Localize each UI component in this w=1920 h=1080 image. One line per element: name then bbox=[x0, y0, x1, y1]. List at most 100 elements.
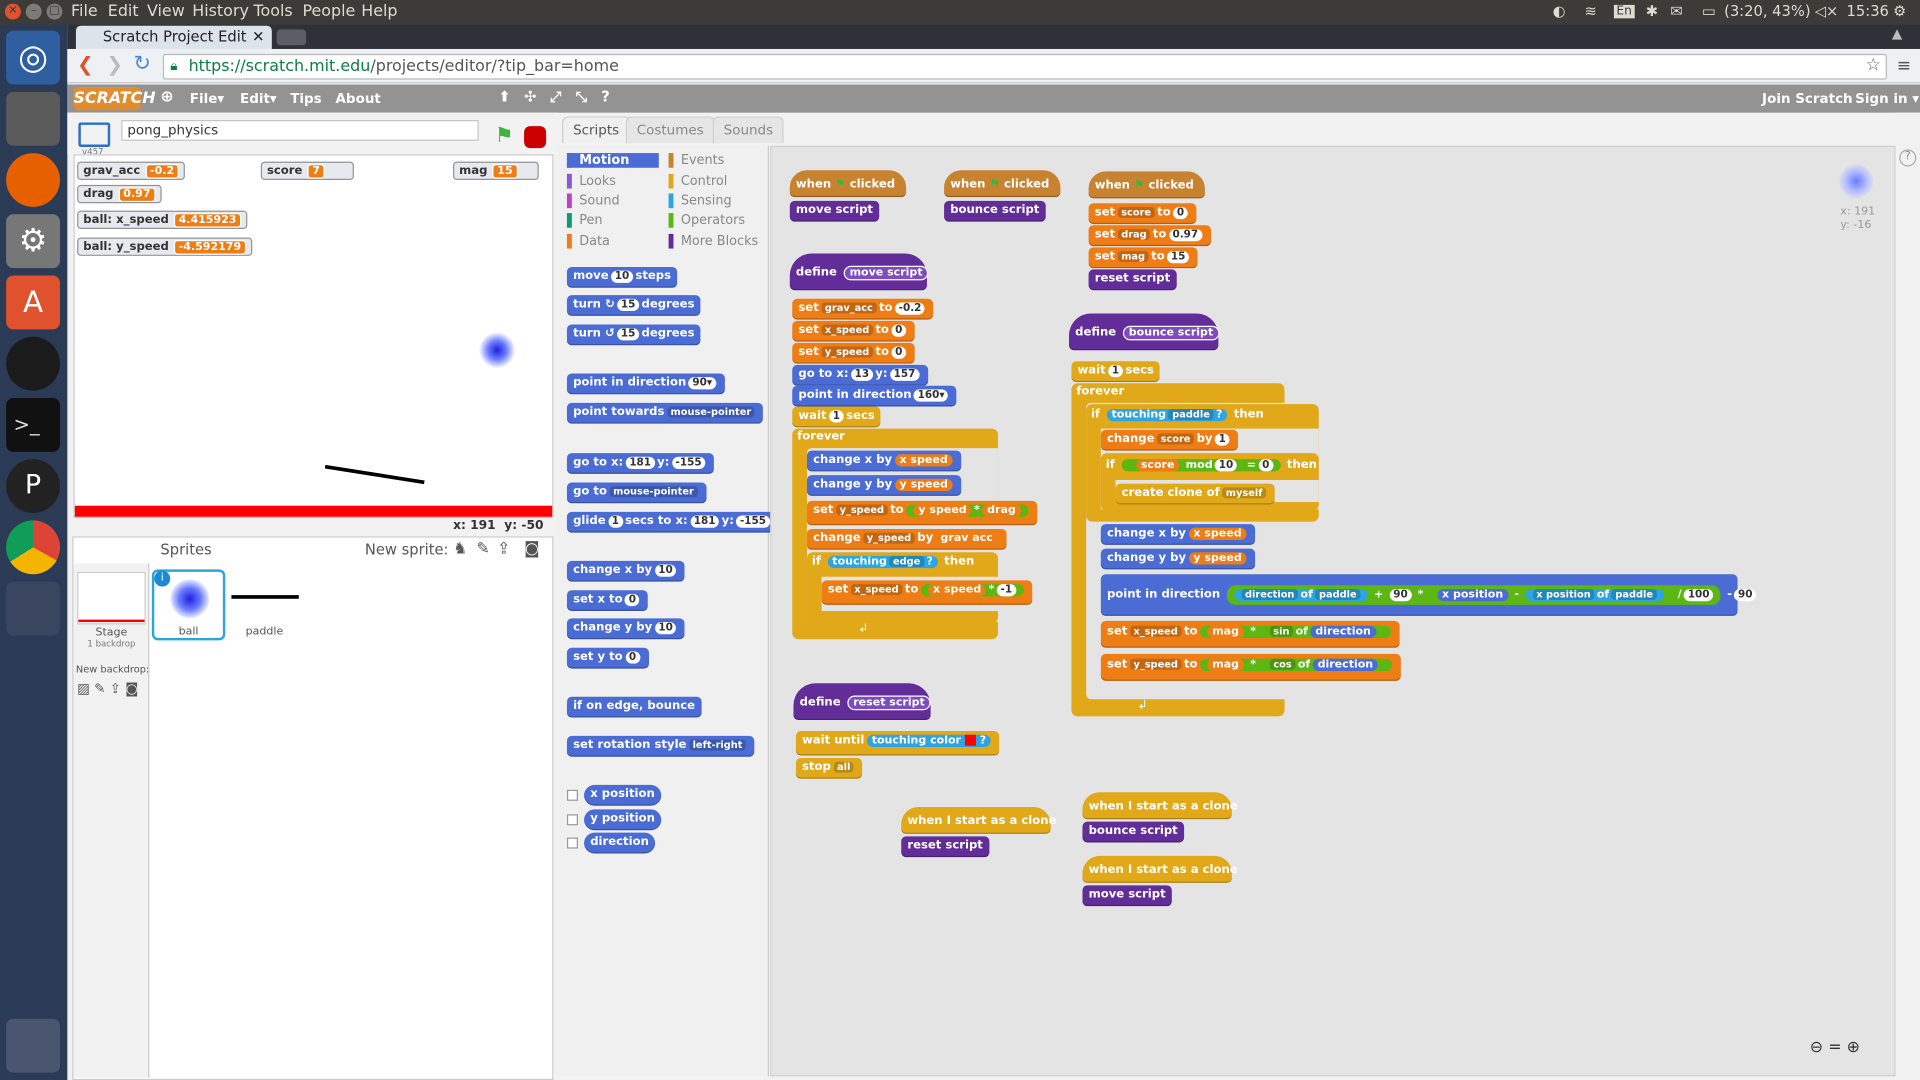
palette-x-position[interactable]: x position bbox=[584, 784, 661, 806]
paint-sprite-icon[interactable]: ✎ bbox=[476, 540, 489, 558]
change-x-by-xspeed[interactable]: change x by x speed bbox=[806, 450, 962, 472]
stop-all[interactable]: stop all bbox=[795, 757, 863, 779]
set-mag[interactable]: set mag to 15 bbox=[1088, 247, 1198, 269]
palette-turn-right[interactable]: turn ↻ 15 degrees bbox=[566, 295, 701, 316]
settings-gear-icon[interactable]: ⚙ bbox=[1893, 2, 1906, 19]
monitor-score[interactable]: score 7 bbox=[260, 161, 354, 181]
change-score[interactable]: change score by 1 bbox=[1100, 429, 1239, 451]
wifi-icon[interactable]: ≋ bbox=[1585, 2, 1597, 19]
palette-y-position[interactable]: y position bbox=[584, 809, 662, 831]
xpos-checkbox[interactable] bbox=[566, 789, 578, 801]
set-yspeed-drag[interactable]: set y_speed to y speed * drag bbox=[806, 500, 1037, 526]
upload-sprite-icon[interactable]: ⇪ bbox=[497, 540, 510, 558]
monitor-mag[interactable]: mag 15 bbox=[453, 161, 539, 181]
category-operators[interactable]: Operators bbox=[668, 213, 745, 228]
category-events[interactable]: Events bbox=[668, 153, 724, 168]
choose-sprite-icon[interactable]: ♞ bbox=[453, 540, 467, 558]
scratch-logo[interactable]: SCRATCH bbox=[73, 86, 156, 111]
direction-checkbox[interactable] bbox=[566, 837, 578, 849]
monitor-ball-x-speed[interactable]: ball: x_speed 4.415923 bbox=[77, 210, 248, 229]
define-bounce-script[interactable]: define bounce script bbox=[1068, 313, 1220, 351]
set-yspeed-cos[interactable]: set y_speed to mag * cos of direction bbox=[1100, 653, 1402, 681]
hat-when-start-clone-2[interactable]: when I start as a clone bbox=[1082, 792, 1238, 820]
about-link[interactable]: About bbox=[336, 91, 381, 107]
backdrop-library-icon[interactable]: ▨ ✎ ⇪ ◙ bbox=[77, 681, 138, 697]
monitor-drag[interactable]: drag 0.97 bbox=[77, 184, 162, 204]
mail-icon[interactable]: ✉ bbox=[1670, 2, 1682, 19]
zoom-out-icon[interactable]: ⊖ bbox=[1810, 1038, 1823, 1056]
clock[interactable]: 15:36 bbox=[1847, 2, 1889, 19]
menu-tools[interactable]: Tools bbox=[253, 2, 292, 20]
url-bar[interactable]: 🔒︎ https://scratch.mit.edu/projects/edit… bbox=[162, 53, 1887, 80]
stop-sign-icon[interactable] bbox=[524, 126, 547, 149]
firefox-icon[interactable] bbox=[6, 153, 61, 207]
hat-when-start-clone-3[interactable]: when I start as a clone bbox=[1082, 855, 1238, 883]
new-tab-button[interactable] bbox=[276, 29, 307, 46]
point-direction-block[interactable]: point in direction 160▾ bbox=[792, 385, 957, 407]
set-drag[interactable]: set drag to 0.97 bbox=[1088, 225, 1211, 247]
palette-change-y[interactable]: change y by 10 bbox=[566, 618, 686, 640]
hat-when-flag-clicked-1[interactable]: when ⚑ clicked bbox=[789, 170, 907, 198]
set-y-speed[interactable]: set y_speed to 0 bbox=[792, 342, 915, 364]
monitor-grav-acc[interactable]: grav_acc -0.2 bbox=[77, 161, 186, 181]
point-direction-formula[interactable]: point in direction direction of paddle + 9… bbox=[1100, 574, 1757, 616]
tips-link[interactable]: Tips bbox=[290, 91, 321, 107]
palette-point-towards[interactable]: point towards mouse-pointer bbox=[566, 402, 764, 424]
set-xspeed-neg[interactable]: set x_speed to x speed * -1 bbox=[821, 580, 1032, 605]
help-circle-icon[interactable]: ? bbox=[1899, 149, 1917, 167]
camera-sprite-icon[interactable]: ◙ bbox=[524, 540, 539, 558]
category-more-blocks[interactable]: More Blocks bbox=[668, 233, 758, 249]
category-motion[interactable]: Motion bbox=[566, 153, 659, 168]
files-icon[interactable] bbox=[6, 91, 61, 146]
sign-in-link[interactable]: Sign in ▾ bbox=[1855, 91, 1919, 107]
category-pen[interactable]: Pen bbox=[566, 213, 603, 228]
palette-bounce[interactable]: if on edge, bounce bbox=[566, 696, 702, 718]
chrome-icon[interactable] bbox=[6, 520, 61, 575]
wait-until-touching-color[interactable]: wait until touching color ? bbox=[795, 731, 1000, 756]
palette-change-x[interactable]: change x by 10 bbox=[566, 560, 685, 582]
trash-icon[interactable] bbox=[6, 1018, 61, 1073]
set-score[interactable]: set score to 0 bbox=[1088, 203, 1197, 225]
system-settings-icon[interactable]: ⚙ bbox=[6, 214, 61, 269]
wait-secs-block[interactable]: wait 1 secs bbox=[792, 406, 881, 428]
zoom-in-icon[interactable]: ⊕ bbox=[1847, 1038, 1860, 1056]
workspace-switcher-icon[interactable] bbox=[6, 581, 61, 636]
menu-history[interactable]: History bbox=[192, 2, 249, 20]
grow-icon[interactable]: ⤢ bbox=[550, 88, 562, 106]
set-xspeed-sin[interactable]: set x_speed to mag * sin of direction bbox=[1100, 620, 1400, 648]
terminal-icon[interactable]: >_ bbox=[6, 397, 61, 452]
palette-glide[interactable]: glide 1 secs to x: 181 y: -155 bbox=[566, 511, 779, 533]
palette-point-in-direction[interactable]: point in direction 90▾ bbox=[566, 373, 725, 395]
zoom-reset-icon[interactable]: = bbox=[1828, 1038, 1841, 1056]
stage-thumbnail[interactable] bbox=[77, 571, 146, 625]
call-reset-script-clone[interactable]: reset script bbox=[901, 836, 989, 858]
sprite-info-icon[interactable]: i bbox=[154, 570, 171, 587]
change-y-by-yspeed-2[interactable]: change y by y speed bbox=[1100, 548, 1256, 570]
back-icon[interactable]: ❮ bbox=[77, 53, 93, 76]
shrink-icon[interactable]: ⤡ bbox=[576, 88, 588, 106]
file-menu[interactable]: File▾ bbox=[190, 91, 224, 107]
palette-rotation-style[interactable]: set rotation style left-right bbox=[566, 735, 755, 757]
palette-go-to[interactable]: go to mouse-pointer bbox=[566, 482, 707, 504]
edit-menu[interactable]: Edit▾ bbox=[240, 91, 277, 107]
keyboard-layout[interactable]: En bbox=[1613, 4, 1635, 19]
forward-icon[interactable]: ❯ bbox=[107, 53, 123, 76]
sprite-ball-card[interactable]: i ball bbox=[151, 569, 226, 641]
sprite-paddle-card[interactable]: paddle bbox=[228, 569, 301, 641]
help-icon[interactable]: ? bbox=[601, 88, 610, 105]
minimize-window-icon[interactable]: – bbox=[25, 3, 42, 20]
set-x-speed[interactable]: set x_speed to 0 bbox=[792, 320, 915, 342]
app-p-icon[interactable]: P bbox=[6, 459, 61, 514]
right-scrollbar[interactable]: ? bbox=[1895, 112, 1920, 1080]
menu-help[interactable]: Help bbox=[361, 2, 397, 20]
define-reset-script[interactable]: define reset script bbox=[793, 683, 931, 721]
maximize-window-icon[interactable]: □ bbox=[46, 3, 63, 20]
palette-set-x[interactable]: set x to 0 bbox=[566, 590, 649, 612]
project-title-input[interactable]: pong_physics bbox=[121, 120, 479, 141]
palette-turn-left[interactable]: turn ↺ 15 degrees bbox=[566, 324, 701, 346]
bluetooth-icon[interactable]: ✱ bbox=[1646, 2, 1658, 19]
reload-icon[interactable]: ↻ bbox=[133, 51, 150, 75]
hat-when-flag-clicked-2[interactable]: when ⚑ clicked bbox=[944, 170, 1061, 198]
menu-file[interactable]: File bbox=[71, 2, 98, 20]
change-y-by-yspeed[interactable]: change y by y speed bbox=[806, 475, 962, 496]
